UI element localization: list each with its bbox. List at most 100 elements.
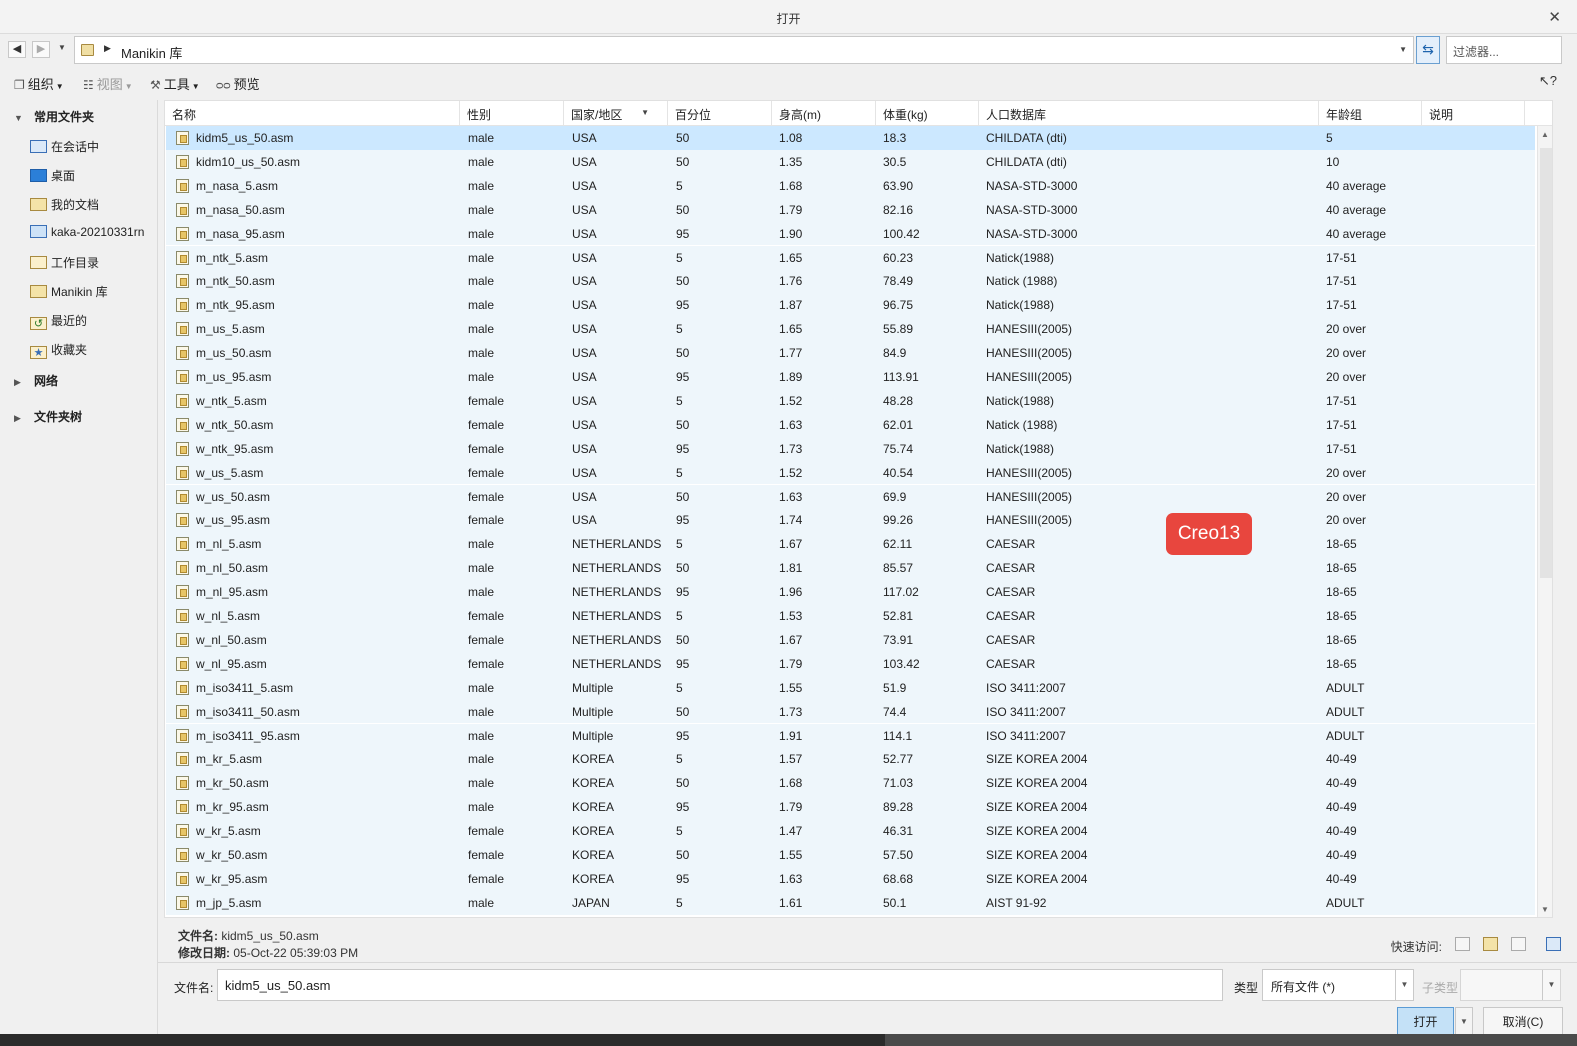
- filename-input[interactable]: kidm5_us_50.asm: [217, 969, 1223, 1001]
- table-row[interactable]: w_nl_50.asm female NETHERLANDS 50 1.67 73.91 C…: [166, 627, 1535, 652]
- cell-gender: female: [468, 441, 505, 456]
- cancel-button[interactable]: 取消(C): [1483, 1007, 1563, 1037]
- subtype-select[interactable]: ▼: [1460, 969, 1561, 1001]
- sidebar-item-computer[interactable]: kaka-20210331rn: [30, 225, 144, 247]
- cell-country: KOREA: [572, 848, 615, 862]
- table-row[interactable]: m_nl_50.asm male NETHERLANDS 50 1.81 85.57 CAE…: [166, 556, 1535, 581]
- table-row[interactable]: m_nasa_50.asm male USA 50 1.79 82.16 NASA-STD-…: [166, 197, 1535, 222]
- cell-age-group: 5: [1326, 131, 1333, 145]
- open-button[interactable]: 打开: [1397, 1007, 1454, 1037]
- table-row[interactable]: m_us_95.asm male USA 95 1.89 113.91 HANESIII(2…: [166, 365, 1535, 389]
- view-button[interactable]: ☷ 视图 ▼: [83, 74, 133, 93]
- quick-access-blank-icon[interactable]: [1455, 937, 1470, 951]
- table-row[interactable]: m_nasa_5.asm male USA 5 1.68 63.90 NASA-STD-30…: [166, 173, 1535, 198]
- filter-input[interactable]: 过滤器...: [1446, 36, 1562, 64]
- column-header-percentile[interactable]: 百分位: [668, 101, 772, 126]
- watermark-badge: Creo13: [1166, 513, 1252, 555]
- expand-right-icon[interactable]: ▶: [14, 413, 28, 424]
- cell-height: 1.90: [779, 226, 803, 241]
- quick-access-tree-icon[interactable]: [1546, 937, 1561, 951]
- table-row[interactable]: w_us_95.asm female USA 95 1.74 99.26 HANESIII(…: [166, 508, 1535, 533]
- open-options-dropdown-icon[interactable]: ▼: [1455, 1007, 1473, 1037]
- table-row[interactable]: m_iso3411_50.asm male Multiple 50 1.73 74.4 IS…: [166, 699, 1535, 724]
- column-header-database[interactable]: 人口数据库: [979, 101, 1319, 126]
- cell-name: w_kr_95.asm: [196, 871, 268, 886]
- quick-access-image-icon[interactable]: [1511, 937, 1526, 951]
- cell-height: 1.73: [779, 441, 803, 456]
- column-header-gender[interactable]: 性别: [460, 101, 564, 126]
- sidebar-item-in-session[interactable]: 在会话中: [30, 138, 99, 160]
- table-row[interactable]: m_iso3411_5.asm male Multiple 5 1.55 51.9 ISO …: [166, 675, 1535, 700]
- vertical-scrollbar[interactable]: ▲ ▼: [1537, 126, 1552, 917]
- sidebar-item-recent[interactable]: ↺ 最近的: [30, 312, 87, 334]
- column-header-country[interactable]: 国家/地区 ▼: [564, 101, 668, 126]
- cell-database: CAESAR: [986, 537, 1036, 552]
- table-row[interactable]: w_ntk_50.asm female USA 50 1.63 62.01 Natick (…: [166, 412, 1535, 437]
- table-row[interactable]: m_kr_95.asm male KOREA 95 1.79 89.28 SIZE KORE…: [166, 795, 1535, 820]
- table-row[interactable]: w_kr_5.asm female KOREA 5 1.47 46.31 SIZE KORE…: [166, 819, 1535, 843]
- breadcrumb[interactable]: Manikin 库: [121, 43, 182, 62]
- table-row[interactable]: m_kr_5.asm male KOREA 5 1.57 52.77 SIZE KOREA …: [166, 747, 1535, 772]
- tools-button[interactable]: ⚒ 工具 ▼: [150, 74, 200, 93]
- path-field[interactable]: ▶ Manikin 库 ▼: [74, 36, 1414, 64]
- table-row[interactable]: kidm5_us_50.asm male USA 50 1.08 18.3 CHILDATA…: [166, 126, 1535, 150]
- table-row[interactable]: kidm10_us_50.asm male USA 50 1.35 30.5 CHILDAT…: [166, 149, 1535, 174]
- table-row[interactable]: m_ntk_50.asm male USA 50 1.76 78.49 Natick (19…: [166, 269, 1535, 294]
- scroll-down-icon[interactable]: ▼: [1541, 905, 1549, 914]
- cell-gender: female: [468, 393, 505, 408]
- table-row[interactable]: w_ntk_5.asm female USA 5 1.52 48.28 Natick(198…: [166, 388, 1535, 413]
- scrollbar-thumb[interactable]: [1540, 148, 1552, 578]
- table-row[interactable]: m_nasa_95.asm male USA 95 1.90 100.42 NASA-STD…: [166, 221, 1535, 246]
- organize-button[interactable]: ❐ 组织 ▼: [14, 74, 64, 93]
- quick-access-folder-icon[interactable]: [1483, 937, 1498, 951]
- scroll-up-icon[interactable]: ▲: [1541, 130, 1549, 139]
- taskbar: [0, 1034, 1577, 1046]
- cell-database: NASA-STD-3000: [986, 226, 1078, 241]
- table-row[interactable]: m_us_5.asm male USA 5 1.65 55.89 HANESIII(2005…: [166, 317, 1535, 342]
- column-header-weight[interactable]: 体重(kg): [876, 101, 979, 126]
- sidebar-favorites-header[interactable]: ▼ 常用文件夹: [14, 108, 94, 125]
- table-row[interactable]: m_nl_95.asm male NETHERLANDS 95 1.96 117.02 CA…: [166, 580, 1535, 604]
- type-select[interactable]: 所有文件 (*) ▼: [1262, 969, 1414, 1001]
- sidebar-item-desktop[interactable]: 桌面: [30, 167, 75, 189]
- history-dropdown-icon[interactable]: ▼: [58, 43, 66, 52]
- chevron-down-icon[interactable]: ▼: [1395, 970, 1413, 1000]
- preview-button[interactable]: ᴑᴑ 预览: [216, 74, 260, 93]
- table-row[interactable]: m_ntk_95.asm male USA 95 1.87 96.75 Natick(198…: [166, 293, 1535, 318]
- chevron-down-icon[interactable]: ▼: [1542, 970, 1560, 1000]
- sidebar-network-header[interactable]: ▶ 网络: [14, 372, 58, 389]
- column-header-name[interactable]: 名称: [165, 101, 460, 126]
- back-arrow-icon[interactable]: ◀: [8, 41, 26, 58]
- column-header-age-group[interactable]: 年龄组: [1319, 101, 1422, 126]
- table-row[interactable]: w_us_5.asm female USA 5 1.52 40.54 HANESIII(20…: [166, 460, 1535, 485]
- table-row[interactable]: m_jp_5.asm male JAPAN 5 1.61 50.1 AIST 91-92 AD…: [166, 890, 1535, 915]
- cell-percentile: 95: [676, 513, 690, 528]
- column-header-description[interactable]: 说明: [1422, 101, 1525, 126]
- table-row[interactable]: w_kr_50.asm female KOREA 50 1.55 57.50 SIZE KO…: [166, 843, 1535, 867]
- table-row[interactable]: m_ntk_5.asm male USA 5 1.65 60.23 Natick(1988)…: [166, 245, 1535, 270]
- sidebar-item-manikin-library[interactable]: Manikin 库: [30, 283, 108, 305]
- refresh-icon[interactable]: ⇆: [1416, 36, 1440, 64]
- sidebar-item-favorites[interactable]: ★ 收藏夹: [30, 341, 87, 363]
- table-row[interactable]: w_nl_5.asm female NETHERLANDS 5 1.53 52.81 CAE…: [166, 604, 1535, 628]
- table-row[interactable]: m_us_50.asm male USA 50 1.77 84.9 HANESIII(200…: [166, 341, 1535, 365]
- sidebar-item-documents[interactable]: 我的文档: [30, 196, 99, 218]
- sidebar-foldertree-header[interactable]: ▶ 文件夹树: [14, 408, 82, 425]
- help-icon[interactable]: ↖?: [1539, 73, 1557, 89]
- table-row[interactable]: m_nl_5.asm male NETHERLANDS 5 1.67 62.11 CAESA…: [166, 532, 1535, 557]
- column-header-country-label: 国家/地区: [571, 108, 623, 122]
- expand-right-icon[interactable]: ▶: [14, 377, 28, 388]
- table-row[interactable]: w_kr_95.asm female KOREA 95 1.63 68.68 SIZE KO…: [166, 866, 1535, 891]
- column-header-height[interactable]: 身高(m): [772, 101, 876, 126]
- forward-arrow-icon[interactable]: ▶: [32, 41, 50, 58]
- table-row[interactable]: w_nl_95.asm female NETHERLANDS 95 1.79 103.42…: [166, 651, 1535, 676]
- table-row[interactable]: m_iso3411_95.asm male Multiple 95 1.91 114.1 I…: [166, 723, 1535, 748]
- close-icon[interactable]: ✕: [1548, 8, 1561, 26]
- table-row[interactable]: m_kr_50.asm male KOREA 50 1.68 71.03 SIZE KORE…: [166, 771, 1535, 796]
- expand-down-icon[interactable]: ▼: [14, 113, 28, 123]
- path-separator-icon[interactable]: ▶: [104, 43, 111, 54]
- table-row[interactable]: w_ntk_95.asm female USA 95 1.73 75.74 Natick(1…: [166, 436, 1535, 461]
- path-dropdown-icon[interactable]: ▼: [1399, 45, 1407, 54]
- table-row[interactable]: w_us_50.asm female USA 50 1.63 69.9 HANESIII(2…: [166, 484, 1535, 509]
- sidebar-item-working-dir[interactable]: 工作目录: [30, 254, 99, 276]
